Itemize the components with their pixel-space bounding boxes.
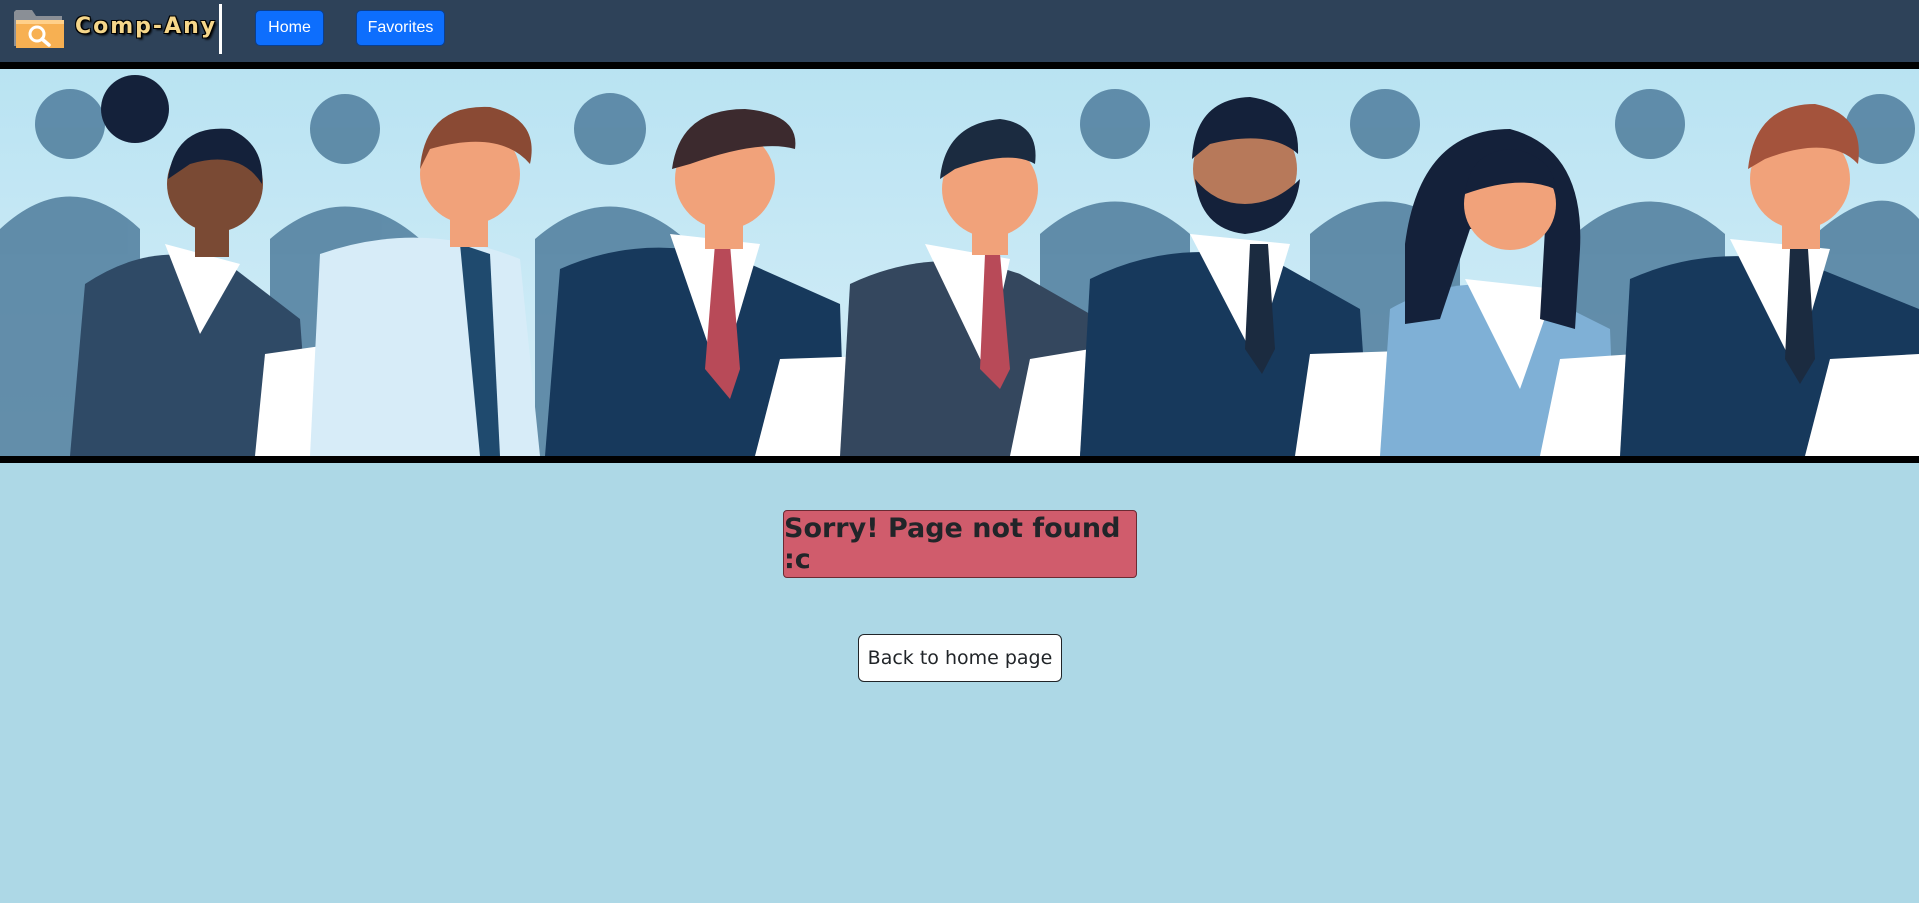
back-to-home-button[interactable]: Back to home page bbox=[858, 634, 1062, 682]
navbar: Comp-Any Home Favorites bbox=[0, 0, 1919, 62]
page-not-found-message: Sorry! Page not found :c bbox=[783, 510, 1137, 578]
brand-name[interactable]: Comp-Any bbox=[75, 14, 217, 39]
folder-search-icon[interactable] bbox=[12, 6, 66, 50]
hero-banner bbox=[0, 62, 1919, 463]
banner-illustration bbox=[0, 69, 1919, 456]
home-button[interactable]: Home bbox=[255, 10, 324, 46]
brand-divider bbox=[219, 4, 222, 54]
favorites-button[interactable]: Favorites bbox=[356, 10, 445, 46]
